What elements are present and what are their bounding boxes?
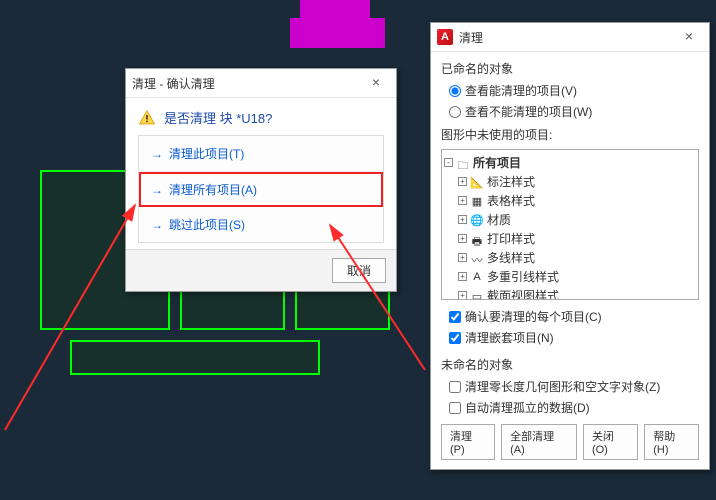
tree-item[interactable]: +📐标注样式: [458, 172, 696, 191]
option-skip[interactable]: → 跳过此项目(S): [139, 207, 383, 242]
arrow-right-icon: →: [151, 147, 163, 161]
option-label: 清理所有项目(A): [169, 183, 257, 197]
close-button[interactable]: 关闭(O): [583, 424, 638, 460]
tree-item[interactable]: +〰多线样式: [458, 248, 696, 267]
arrow-right-icon: →: [151, 183, 163, 197]
option-purge-this[interactable]: → 清理此项目(T): [139, 136, 383, 172]
tree-item[interactable]: +▭截面视图样式: [458, 286, 696, 300]
tree-item-label: 截面视图样式: [487, 287, 559, 300]
category-icon: 🌐: [470, 214, 484, 226]
tree-label: 图形中未使用的项目:: [441, 126, 699, 143]
category-icon: 〰: [470, 252, 484, 264]
purge-titlebar[interactable]: A 清理 ×: [431, 23, 709, 52]
checkbox-label: 确认要清理的每个项目(C): [465, 308, 602, 325]
checkbox-label: 清理零长度几何图形和空文字对象(Z): [465, 378, 660, 395]
radio-input[interactable]: [449, 85, 461, 97]
confirm-purge-dialog: 清理 - 确认清理 × 是否清理 块 *U18? → 清理此项目(T) → 清理所有…: [125, 68, 397, 292]
tree-item-label: 材质: [487, 211, 511, 228]
option-label: 跳过此项目(S): [169, 218, 245, 232]
radio-view-purgeable[interactable]: 查看能清理的项目(V): [449, 82, 699, 99]
purge-tree[interactable]: - 🗀 所有项目 +📐标注样式+▦表格样式+🌐材质+🖶打印样式+〰多线样式+A多…: [441, 149, 699, 300]
expander-icon[interactable]: +: [458, 234, 467, 243]
named-objects-label: 已命名的对象: [441, 60, 699, 77]
category-icon: ▦: [470, 195, 484, 207]
category-icon: ▭: [470, 290, 484, 301]
autocad-logo-icon: A: [437, 29, 453, 45]
confirm-title: 清理 - 确认清理: [132, 75, 362, 92]
purge-button[interactable]: 清理(P): [441, 424, 495, 460]
radio-input[interactable]: [449, 106, 461, 118]
purge-dialog: A 清理 × 已命名的对象 查看能清理的项目(V) 查看不能清理的项目(W) 图…: [430, 22, 710, 470]
expander-icon[interactable]: +: [458, 177, 467, 186]
category-icon: 🖶: [470, 233, 484, 245]
warning-icon: [138, 109, 156, 127]
confirm-question: 是否清理 块 *U18?: [164, 108, 272, 127]
folder-icon: 🗀: [456, 157, 470, 169]
tree-item-label: 打印样式: [487, 230, 535, 247]
radio-label: 查看不能清理的项目(W): [465, 103, 592, 120]
tree-item-label: 多重引线样式: [487, 268, 559, 285]
checkbox-label: 自动清理孤立的数据(D): [465, 399, 590, 416]
radio-label: 查看能清理的项目(V): [465, 82, 577, 99]
radio-view-unpurgeable[interactable]: 查看不能清理的项目(W): [449, 103, 699, 120]
tree-item-label: 表格样式: [487, 192, 535, 209]
option-label: 清理此项目(T): [169, 147, 244, 161]
arrow-right-icon: →: [151, 218, 163, 232]
expander-icon[interactable]: +: [458, 291, 467, 300]
checkbox-label: 清理嵌套项目(N): [465, 329, 554, 346]
close-icon[interactable]: ×: [362, 73, 390, 93]
chk-confirm-each[interactable]: 确认要清理的每个项目(C): [449, 308, 699, 325]
checkbox-input[interactable]: [449, 381, 461, 393]
checkbox-input[interactable]: [449, 311, 461, 323]
tree-item[interactable]: +🖶打印样式: [458, 229, 696, 248]
chk-orphan-data[interactable]: 自动清理孤立的数据(D): [449, 399, 699, 416]
confirm-titlebar[interactable]: 清理 - 确认清理 ×: [126, 69, 396, 98]
tree-item-label: 多线样式: [487, 249, 535, 266]
purge-all-button[interactable]: 全部清理(A): [501, 424, 577, 460]
checkbox-input[interactable]: [449, 332, 461, 344]
category-icon: A: [470, 271, 484, 283]
close-icon[interactable]: ×: [675, 27, 703, 47]
tree-item-label: 所有项目: [473, 154, 521, 171]
tree-item-label: 标注样式: [487, 173, 535, 190]
tree-item[interactable]: +A多重引线样式: [458, 267, 696, 286]
chk-zero-length[interactable]: 清理零长度几何图形和空文字对象(Z): [449, 378, 699, 395]
checkbox-input[interactable]: [449, 402, 461, 414]
option-purge-all[interactable]: → 清理所有项目(A): [139, 172, 383, 207]
unnamed-objects-label: 未命名的对象: [441, 356, 699, 373]
help-button[interactable]: 帮助(H): [644, 424, 699, 460]
cancel-button[interactable]: 取消: [332, 258, 386, 283]
expander-icon[interactable]: +: [458, 272, 467, 281]
category-icon: 📐: [470, 176, 484, 188]
purge-title: 清理: [459, 29, 675, 46]
expander-icon[interactable]: +: [458, 253, 467, 262]
expander-icon[interactable]: +: [458, 196, 467, 205]
chk-nested[interactable]: 清理嵌套项目(N): [449, 329, 699, 346]
expander-icon[interactable]: +: [458, 215, 467, 224]
tree-root[interactable]: - 🗀 所有项目: [444, 153, 696, 172]
tree-item[interactable]: +🌐材质: [458, 210, 696, 229]
expander-icon[interactable]: -: [444, 158, 453, 167]
tree-item[interactable]: +▦表格样式: [458, 191, 696, 210]
